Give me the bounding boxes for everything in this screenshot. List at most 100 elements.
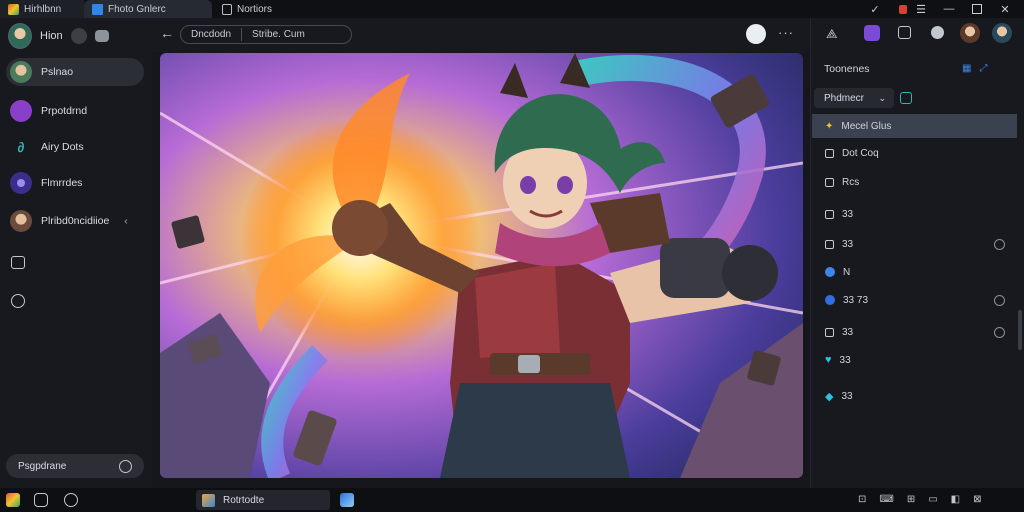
status-icon [994,294,1005,306]
sidebar-item-label: Plribd0ncidiioe [41,215,110,227]
cloud-icon[interactable] [94,30,109,42]
panel-item-label: 33 [842,208,854,220]
brush-icon[interactable] [864,25,880,41]
sidebar-item-label: Prpotdrnd [41,105,88,117]
window-tab-app[interactable]: Hirhlbnn [0,0,84,18]
assistant-icon[interactable] [746,24,766,44]
checkmark-icon[interactable]: ✓ [862,0,888,18]
pin-icon[interactable]: ⟁ [826,26,838,42]
window-tab-notes[interactable]: Nortiors [214,0,334,18]
gallery-icon[interactable] [11,256,25,269]
panel-item-8[interactable]: ♥ 33 [812,348,1017,372]
panel-item-1[interactable]: Dot Coq [812,141,1017,165]
app-icon[interactable] [340,493,354,507]
panel-item-label: 33 [842,238,854,250]
refresh-icon [119,459,132,473]
start-logo-icon[interactable] [6,493,20,507]
panel-item-label: Dot Coq [842,147,879,159]
address-segment-right[interactable]: Stribe. Cum [242,26,315,43]
scrollbar-thumb[interactable] [1018,310,1022,350]
toggle-icon[interactable] [70,28,87,44]
settings-icon[interactable] [898,26,911,39]
image-icon [202,493,215,507]
app-logo-icon [8,3,19,15]
keyboard-icon[interactable]: ⌨ [879,494,893,505]
profile-label: Hion [40,30,63,42]
avatar [10,210,32,232]
address-bar[interactable]: Dncdodn Stribe. Cum [180,25,352,44]
taskbar-app-button[interactable]: Rotrtodte [196,490,330,510]
layer-icon [825,148,834,158]
sidebar-item-2[interactable]: ∂ Airy Dots [6,133,144,161]
filter-dropdown[interactable]: Phdmecr ⌄ [814,88,894,108]
document-icon [222,3,232,15]
panel-item-label: Mecel Glus [841,120,892,132]
shield-icon: ◆ [825,390,834,403]
status-icon [994,238,1005,250]
sidebar-bottom-button[interactable]: Psgpdrane [6,454,144,478]
volume-icon[interactable]: ◧ [951,494,960,505]
search-icon[interactable] [64,493,78,507]
panel-item-0[interactable]: ✦ Mecel Glus [812,114,1017,138]
windows-icon [92,3,103,15]
artwork-canvas[interactable] [160,53,803,478]
panel-item-label: 33 73 [843,294,869,306]
window-tab-label: Hirhlbnn [24,3,62,15]
panel-item-9[interactable]: ◆ 33 [812,384,1017,408]
anime-character-artwork [160,53,803,478]
profile-header[interactable]: Hion [8,23,109,49]
history-icon[interactable] [11,294,25,308]
chevron-left-icon: ‹ [124,215,128,227]
expand-icon[interactable]: ⊠ [973,494,981,505]
sidebar-item-3[interactable]: Flmrrdes [6,169,144,197]
panel-item-label: N [843,266,851,278]
link-icon: ∂ [17,139,25,155]
more-options-icon[interactable]: ··· [778,25,794,40]
menu-icon[interactable]: ☰ [908,0,934,18]
panel-item-label: 33 [839,354,851,366]
window-tab-label: Fhoto Gnlerc [108,3,166,15]
avatar[interactable] [992,23,1012,43]
chat-icon [825,267,835,277]
sidebar-item-0[interactable]: Pslnao [6,58,144,86]
dot-icon [825,295,835,305]
panel-item-2[interactable]: Rcs [812,170,1017,194]
window-tab-gallery[interactable]: Fhoto Gnlerc [84,0,212,18]
sidebar-bottom-label: Psgpdrane [18,460,67,472]
maximize-button[interactable] [964,0,990,18]
link-icon[interactable] [900,92,912,104]
avatar[interactable] [960,23,980,43]
status-icon [994,326,1005,338]
network-icon[interactable]: ⊞ [907,494,915,505]
sidebar-item-label: Airy Dots [41,141,84,153]
planet-icon [10,172,32,194]
filter-label: Phdmecr [824,92,865,104]
close-button[interactable]: ✕ [992,0,1018,18]
sidebar-item-1[interactable]: Prpotdrnd [6,97,144,125]
expand-icon[interactable]: ⤢ [979,63,987,74]
sidebar-item-label: Flmrrdes [41,177,83,189]
back-arrow-icon[interactable]: ← [160,25,174,41]
sparkle-icon: ✦ [825,120,834,132]
address-segment-left[interactable]: Dncdodn [181,26,241,43]
gear-icon[interactable] [931,26,944,39]
panel-item-6[interactable]: 33 73 [812,288,1017,312]
panel-actions: ▦ ⤢ [962,63,987,74]
panel-item-label: 33 [841,390,853,402]
panel-item-7[interactable]: 33 [812,320,1017,344]
panel-title: Toonenes [824,63,870,75]
camera-icon[interactable]: ⊡ [858,494,866,505]
chat-bubble-icon[interactable] [34,493,48,507]
layer-icon [825,177,834,187]
taskbar-app-label: Rotrtodte [223,494,265,506]
panel-item-4[interactable]: 33 [812,232,1017,256]
display-icon[interactable]: ▭ [928,494,937,505]
panel-item-label: 33 [842,326,854,338]
sidebar-item-4[interactable]: Plribd0ncidiioe ‹ [6,207,144,235]
panel-item-5[interactable]: N [812,260,1017,284]
layer-icon [825,239,834,249]
panel-item-3[interactable]: 33 [812,202,1017,226]
grid-view-icon[interactable]: ▦ [962,63,971,74]
minimize-button[interactable]: — [936,0,962,18]
layer-icon [825,327,834,337]
